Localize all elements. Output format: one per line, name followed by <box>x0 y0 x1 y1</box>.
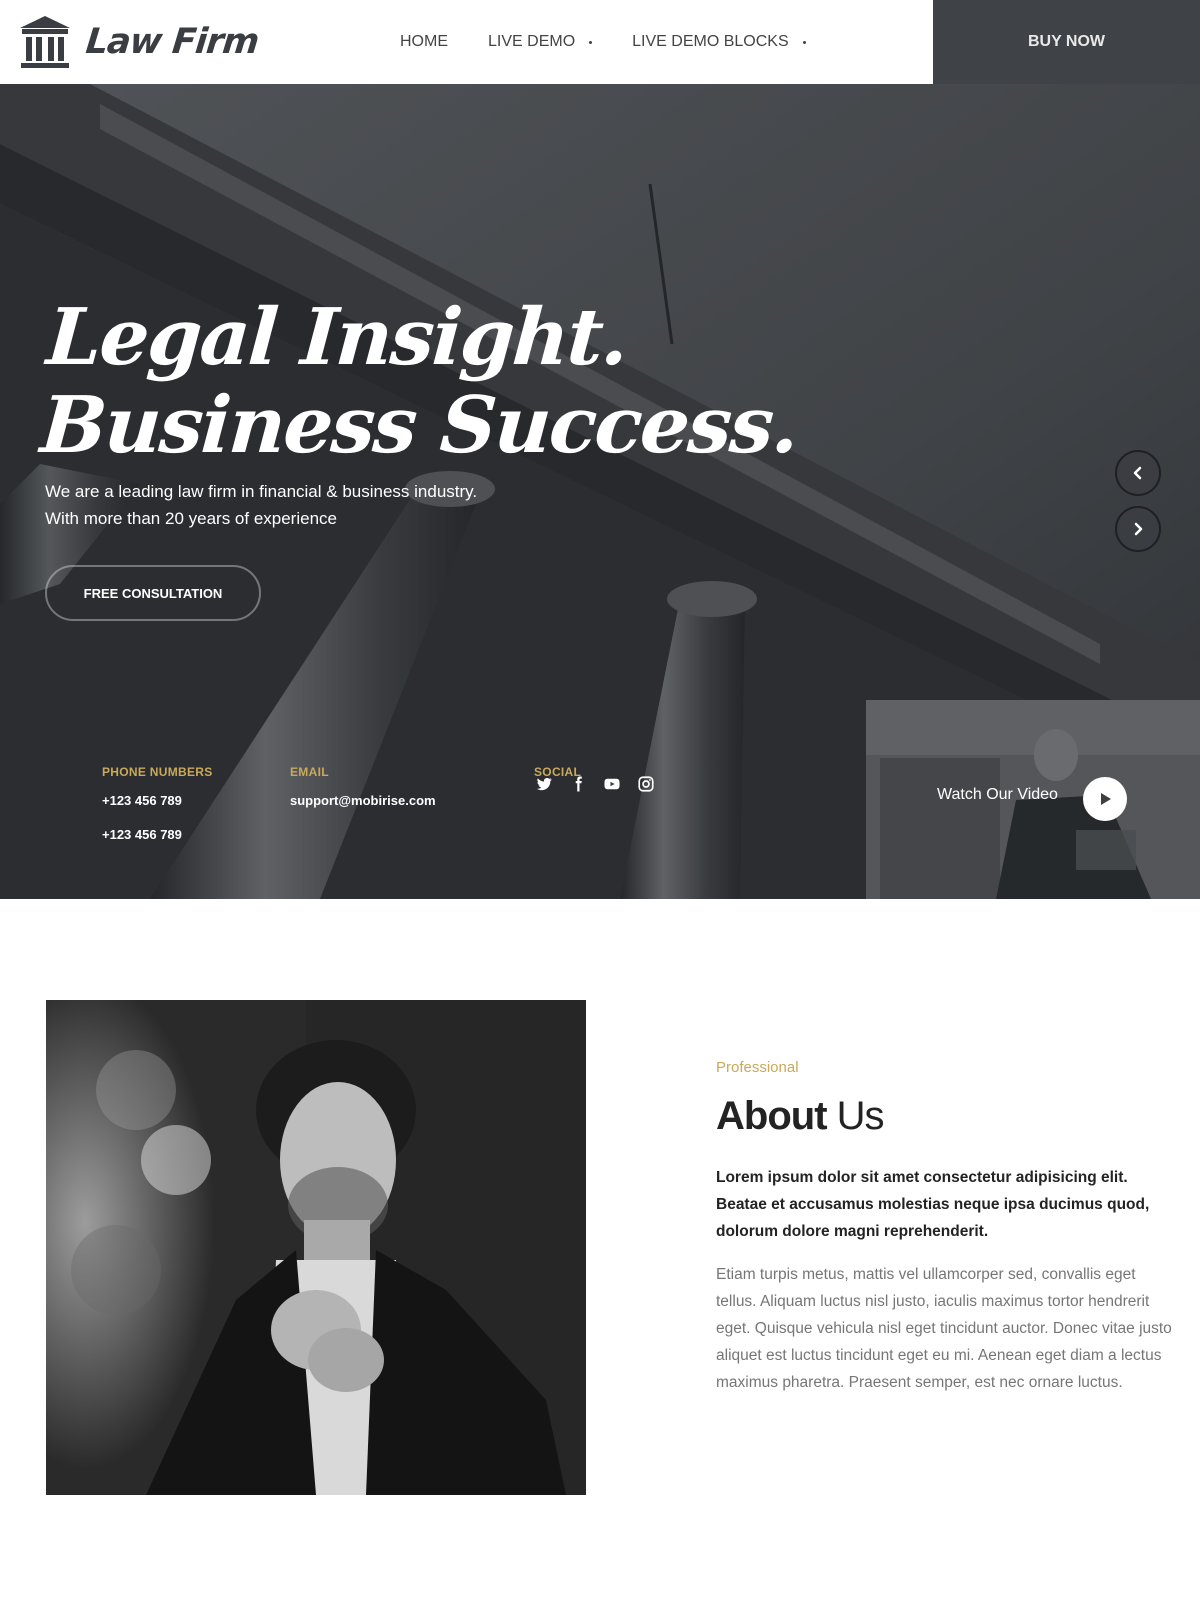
play-button[interactable] <box>1083 777 1127 821</box>
portrait-photo <box>46 1000 586 1495</box>
hero-title-line-1: Legal Insight. <box>43 292 630 383</box>
twitter-link[interactable] <box>534 774 554 794</box>
about-title: About Us <box>716 1094 885 1139</box>
nav-item-label: LIVE DEMO <box>488 33 576 50</box>
dropdown-indicator-icon <box>802 40 806 44</box>
about-body-text: Etiam turpis metus, mattis vel ullamcorp… <box>716 1266 1172 1391</box>
hero-subtitle-line-2: With more than 20 years of experience <box>45 509 337 528</box>
main-nav: HOME LIVE DEMO LIVE DEMO BLOCKS <box>400 0 846 84</box>
chevron-left-icon <box>1133 466 1142 480</box>
about-portrait-image <box>46 1000 586 1495</box>
courthouse-icon <box>20 16 70 68</box>
phone-number-1[interactable]: +123 456 789 <box>102 793 182 808</box>
slider-next-button[interactable] <box>1115 506 1161 552</box>
about-title-bold: About <box>716 1094 828 1138</box>
dropdown-indicator-icon <box>589 40 593 44</box>
logo-text: Law Firm <box>83 22 261 62</box>
watch-video-card[interactable]: Watch Our Video <box>866 700 1200 899</box>
about-lead-text: Lorem ipsum dolor sit amet consectetur a… <box>716 1169 1150 1240</box>
site-header: Law Firm HOME LIVE DEMO LIVE DEMO BLOCKS… <box>0 0 1200 84</box>
logo[interactable]: Law Firm <box>18 14 261 70</box>
hero-subtitle: We are a leading law firm in financial &… <box>45 478 565 532</box>
nav-item-label: LIVE DEMO BLOCKS <box>632 33 789 50</box>
nav-item-live-demo-blocks[interactable]: LIVE DEMO BLOCKS <box>632 33 806 51</box>
hero-subtitle-line-1: We are a leading law firm in financial &… <box>45 482 478 501</box>
youtube-icon <box>604 778 620 790</box>
nav-item-live-demo[interactable]: LIVE DEMO <box>488 33 593 51</box>
hero-section: Legal Insight. Business Success. We are … <box>0 84 1200 899</box>
email-link[interactable]: support@mobirise.com <box>290 793 436 808</box>
about-kicker: Professional <box>716 1059 799 1076</box>
nav-item-home[interactable]: HOME <box>400 33 448 51</box>
about-title-light: Us <box>836 1094 885 1138</box>
facebook-link[interactable] <box>568 774 588 794</box>
play-icon <box>1101 793 1111 805</box>
chevron-right-icon <box>1134 522 1143 536</box>
watch-video-label: Watch Our Video <box>937 786 1058 803</box>
hero-title: Legal Insight. Business Success. <box>37 292 810 471</box>
free-consultation-button[interactable]: FREE CONSULTATION <box>45 565 261 621</box>
phone-label: PHONE NUMBERS <box>102 765 213 779</box>
email-label: EMAIL <box>290 765 329 779</box>
slider-prev-button[interactable] <box>1115 450 1161 496</box>
nav-item-label: HOME <box>400 33 448 50</box>
social-links <box>534 774 670 794</box>
youtube-link[interactable] <box>602 774 622 794</box>
twitter-icon <box>536 777 552 791</box>
facebook-icon <box>575 776 582 792</box>
hero-title-line-2: Business Success. <box>37 380 801 471</box>
instagram-icon <box>638 776 654 792</box>
buy-now-button[interactable]: BUY NOW <box>933 0 1200 84</box>
instagram-link[interactable] <box>636 774 656 794</box>
phone-number-2[interactable]: +123 456 789 <box>102 827 182 842</box>
